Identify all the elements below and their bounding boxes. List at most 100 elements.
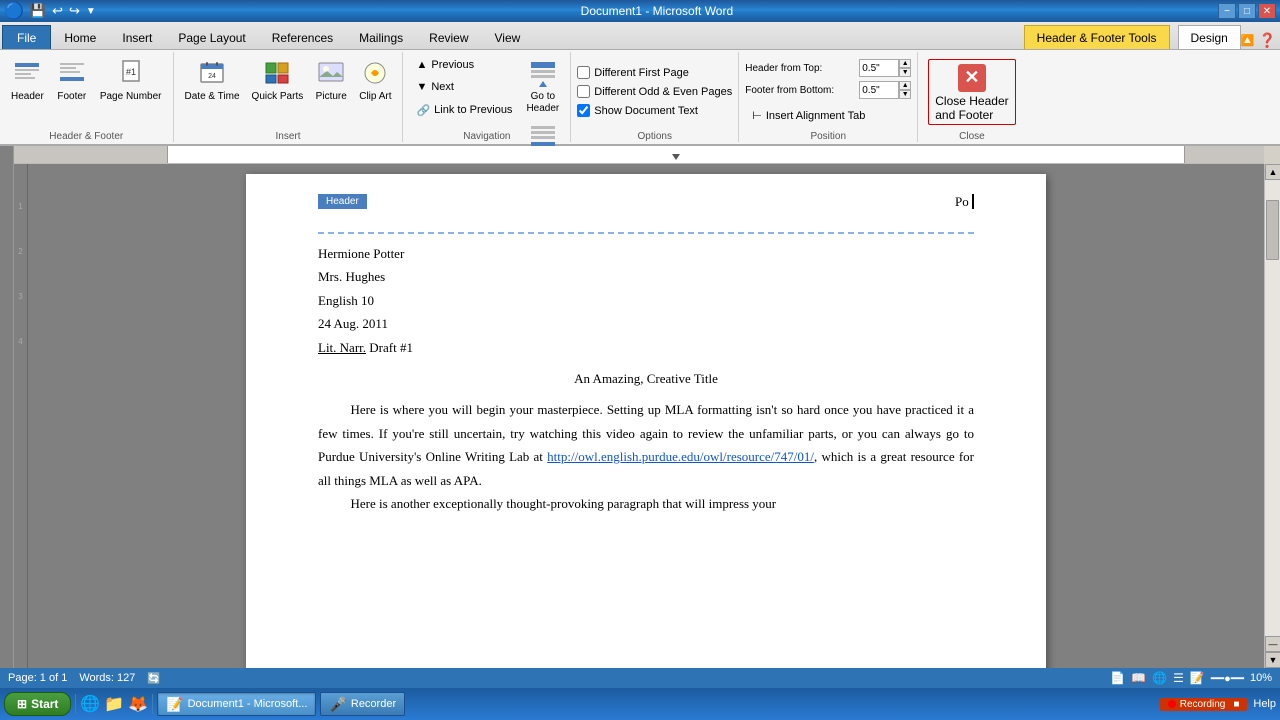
page-number-button[interactable]: #1 Page Number bbox=[95, 54, 167, 106]
footer-button[interactable]: Footer bbox=[51, 54, 93, 106]
footer-from-bottom-down[interactable]: ▼ bbox=[899, 90, 911, 99]
insert-alignment-tab-icon: ⊢ bbox=[752, 109, 762, 122]
maximize-button[interactable]: □ bbox=[1238, 3, 1256, 19]
show-document-text-option[interactable]: Show Document Text bbox=[577, 104, 698, 117]
header-footer-group-label: Header & Footer bbox=[49, 131, 123, 142]
ribbon-collapse-btn[interactable]: 🔼 bbox=[1241, 34, 1255, 47]
view-outline-icon[interactable]: ☰ bbox=[1173, 671, 1184, 685]
ribbon-tabs: File Home Insert Page Layout References … bbox=[0, 22, 1280, 50]
taskbar-recorder-item[interactable]: 🎤 Recorder bbox=[320, 692, 405, 716]
clip-art-button[interactable]: Clip Art bbox=[354, 54, 396, 106]
tab-file[interactable]: File bbox=[2, 25, 51, 49]
taskbar-word-item[interactable]: 📝 Document1 - Microsoft... bbox=[157, 692, 316, 716]
tab-page-layout[interactable]: Page Layout bbox=[165, 25, 258, 49]
help-btn[interactable]: ❓ bbox=[1259, 32, 1276, 49]
page-status-text: Page: 1 of 1 bbox=[8, 672, 67, 684]
ribbon-group-header-footer: Header Footer #1 Page Number Header & Fo… bbox=[0, 52, 174, 142]
zoom-level: 10% bbox=[1250, 672, 1272, 684]
quick-access-redo[interactable]: ↪ bbox=[69, 3, 80, 19]
teacher-line: Mrs. Hughes bbox=[318, 265, 974, 288]
author-line: Hermione Potter bbox=[318, 242, 974, 265]
start-button[interactable]: ⊞ Start bbox=[4, 692, 71, 716]
document-body[interactable]: Hermione Potter Mrs. Hughes English 10 2… bbox=[318, 242, 974, 515]
quick-access-more[interactable]: ▼ bbox=[86, 6, 96, 17]
tab-mailings[interactable]: Mailings bbox=[346, 25, 416, 49]
next-button[interactable]: ▼ Next bbox=[409, 78, 519, 96]
scroll-split-btn[interactable]: — bbox=[1265, 636, 1280, 652]
tab-references[interactable]: References bbox=[259, 25, 346, 49]
view-web-icon[interactable]: 🌐 bbox=[1152, 671, 1167, 685]
minimize-button[interactable]: − bbox=[1218, 3, 1236, 19]
document-page[interactable]: Header Po Hermione Potter Mrs. Hughes En… bbox=[246, 174, 1046, 668]
header-content[interactable]: Po bbox=[318, 194, 974, 210]
go-to-header-button[interactable]: Go toHeader bbox=[521, 54, 564, 118]
insert-alignment-tab-button[interactable]: ⊢ Insert Alignment Tab bbox=[745, 106, 872, 125]
ribbon-group-insert: 24 Date & Time Quick Parts Picture bbox=[174, 52, 404, 142]
close-button[interactable]: ✕ bbox=[1258, 3, 1276, 19]
view-draft-icon[interactable]: 📝 bbox=[1190, 671, 1205, 685]
tab-review[interactable]: Review bbox=[416, 25, 481, 49]
track-changes-icon[interactable]: 🔄 bbox=[147, 672, 161, 685]
purdue-owl-link[interactable]: http://owl.english.purdue.edu/owl/resour… bbox=[547, 449, 814, 464]
scroll-thumb[interactable] bbox=[1266, 200, 1279, 260]
svg-text:24: 24 bbox=[208, 73, 216, 80]
go-to-header-label: Go toHeader bbox=[526, 91, 559, 115]
link-to-previous-icon: 🔗 bbox=[416, 104, 430, 117]
show-document-text-label: Show Document Text bbox=[594, 105, 698, 117]
taskbar-folder-icon[interactable]: 📁 bbox=[104, 694, 124, 714]
header-button[interactable]: Header bbox=[6, 54, 49, 106]
different-first-page-option[interactable]: Different First Page bbox=[577, 66, 689, 79]
go-to-header-icon bbox=[527, 57, 559, 89]
picture-button[interactable]: Picture bbox=[310, 54, 352, 106]
taskbar-clock: Help bbox=[1253, 698, 1276, 710]
quick-access-save[interactable]: 💾 bbox=[30, 3, 46, 19]
footer-from-bottom-input[interactable] bbox=[859, 81, 899, 99]
page-header-area[interactable]: Header Po bbox=[318, 194, 974, 234]
vertical-scrollbar[interactable]: ▲ — ▼ bbox=[1264, 164, 1280, 668]
tab-home[interactable]: Home bbox=[51, 25, 109, 49]
link-to-previous-label: Link to Previous bbox=[434, 104, 512, 116]
show-document-text-checkbox[interactable] bbox=[577, 104, 590, 117]
paragraph2: Here is another exceptionally thought-pr… bbox=[318, 492, 974, 515]
view-print-icon[interactable]: 📄 bbox=[1110, 671, 1125, 685]
header-from-top-input[interactable] bbox=[859, 59, 899, 77]
app: 🔵 💾 ↩ ↪ ▼ Document1 - Microsoft Word − □… bbox=[0, 0, 1280, 720]
different-odd-even-option[interactable]: Different Odd & Even Pages bbox=[577, 85, 732, 98]
page-status: Page: 1 of 1 bbox=[8, 672, 67, 684]
recorder-icon: 🎤 bbox=[329, 696, 346, 713]
recording-stop-btn[interactable]: ■ bbox=[1233, 699, 1239, 710]
ribbon-group-options: Different First Page Different Odd & Eve… bbox=[571, 52, 739, 142]
scroll-down-arrow[interactable]: ▼ bbox=[1265, 652, 1280, 668]
header-text[interactable]: Po bbox=[955, 194, 969, 209]
tab-view[interactable]: View bbox=[482, 25, 534, 49]
taskbar-firefox-icon[interactable]: 🦊 bbox=[128, 694, 148, 714]
link-to-previous-button[interactable]: 🔗 Link to Previous bbox=[409, 101, 519, 120]
word-icon: 📝 bbox=[166, 696, 183, 713]
quick-access-undo[interactable]: ↩ bbox=[52, 3, 63, 19]
recording-dot bbox=[1168, 700, 1176, 708]
tab-design[interactable]: Design bbox=[1178, 25, 1241, 49]
scroll-up-arrow[interactable]: ▲ bbox=[1265, 164, 1280, 180]
date-time-button[interactable]: 24 Date & Time bbox=[180, 54, 245, 106]
quick-parts-button[interactable]: Quick Parts bbox=[247, 54, 309, 106]
start-icon: ⊞ bbox=[17, 697, 27, 711]
header-icon bbox=[11, 57, 43, 89]
different-first-page-checkbox[interactable] bbox=[577, 66, 590, 79]
tab-insert[interactable]: Insert bbox=[109, 25, 165, 49]
header-from-top-up[interactable]: ▲ bbox=[899, 59, 911, 68]
clip-art-icon bbox=[359, 57, 391, 89]
tab-header-footer-tools[interactable]: Header & Footer Tools bbox=[1024, 25, 1170, 49]
taskbar-ie-icon[interactable]: 🌐 bbox=[80, 694, 100, 714]
header-from-top-down[interactable]: ▼ bbox=[899, 68, 911, 77]
document-scroll-area: 1 2 3 4 Header Po Hermi bbox=[14, 164, 1280, 668]
footer-from-bottom-up[interactable]: ▲ bbox=[899, 81, 911, 90]
date-time-icon: 24 bbox=[196, 57, 228, 89]
close-header-footer-button[interactable]: ✕ Close Headerand Footer bbox=[928, 59, 1015, 125]
scroll-track[interactable] bbox=[1265, 180, 1280, 636]
different-odd-even-checkbox[interactable] bbox=[577, 85, 590, 98]
next-label: Next bbox=[431, 81, 454, 93]
previous-button[interactable]: ▲ Previous bbox=[409, 56, 519, 74]
view-full-reading-icon[interactable]: 📖 bbox=[1131, 671, 1146, 685]
zoom-slider[interactable]: ━━●━━ bbox=[1211, 672, 1244, 685]
recording-badge: Recording ■ bbox=[1160, 698, 1248, 711]
